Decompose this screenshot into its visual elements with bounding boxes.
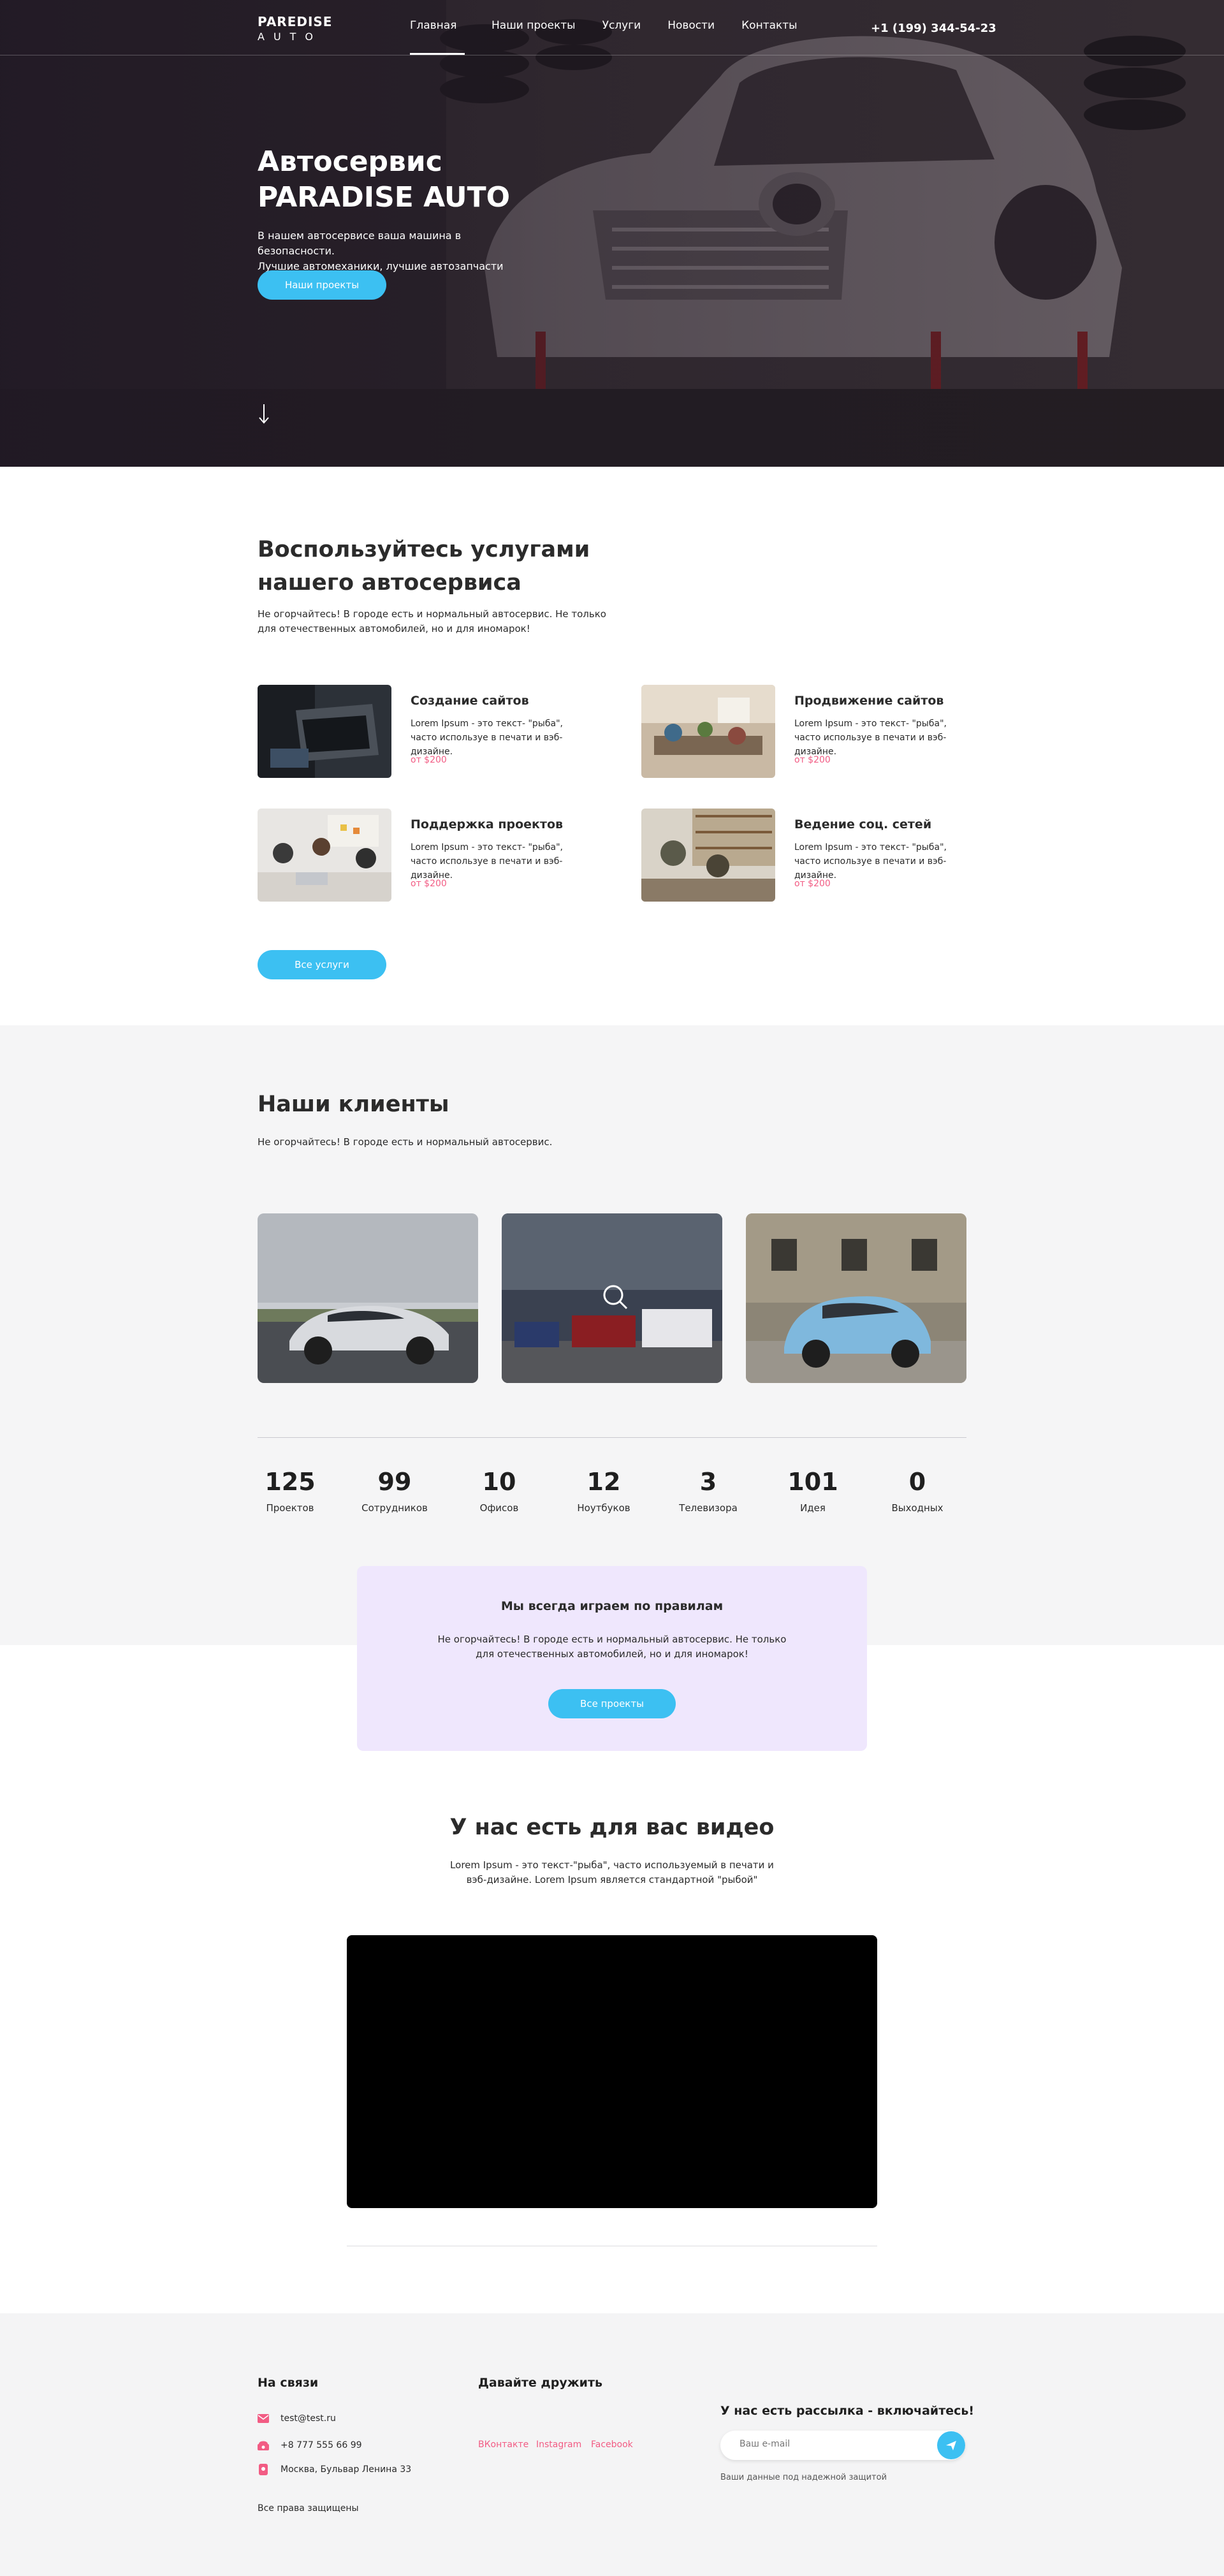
contact-address-text: Москва, Бульвар Ленина 33 <box>280 2464 412 2475</box>
service-price: от $200 <box>794 879 831 889</box>
hero-subtitle: В нашем автосервисе ваша машина в безопа… <box>258 228 525 274</box>
newsletter-form <box>720 2431 965 2460</box>
service-image-office <box>641 685 775 778</box>
scroll-down-arrow-icon[interactable] <box>258 403 270 425</box>
stat-item: 10 Офисов <box>455 1468 544 1514</box>
all-services-button[interactable]: Все услуги <box>258 950 386 979</box>
all-projects-button[interactable]: Все проекты <box>548 1689 676 1718</box>
service-price: от $200 <box>411 879 447 889</box>
service-price: от $200 <box>411 755 447 765</box>
privacy-note: Ваши данные под надежной защитой <box>720 2473 887 2482</box>
stat-label: Идея <box>800 1502 826 1514</box>
contact-phone[interactable]: +8 777 555 66 99 <box>258 2440 362 2451</box>
service-name: Продвижение сайтов <box>794 694 944 708</box>
logo-line2: AUTO <box>258 31 323 43</box>
service-desc: Lorem Ipsum - это текст- "рыба", часто и… <box>794 842 947 881</box>
service-image-laptop <box>258 685 391 778</box>
clients-subtitle: Не огорчайтесь! В городе есть и нормальн… <box>258 1136 553 1148</box>
stat-item: 3 Телевизора <box>664 1468 753 1514</box>
service-desc: Lorem Ipsum - это текст- "рыба", часто и… <box>411 842 563 881</box>
video-title: У нас есть для вас видео <box>449 1815 775 1840</box>
service-image-meeting <box>258 809 391 902</box>
contact-phone-text: +8 777 555 66 99 <box>280 2440 362 2450</box>
video-player[interactable] <box>347 1935 877 2208</box>
services-title: Воспользуйтесь услугами нашего автосерви… <box>258 537 590 596</box>
nav-item-news[interactable]: Новости <box>667 19 715 55</box>
mail-icon <box>258 2413 269 2424</box>
friends-title: Давайте дружить <box>478 2376 602 2390</box>
copyright: Все права защищены <box>258 2503 359 2514</box>
service-card[interactable]: Поддержка проектов Lorem Ipsum - это тек… <box>258 809 589 902</box>
newsletter-email-input[interactable] <box>740 2439 918 2449</box>
hero-overlay <box>0 0 1224 467</box>
header-phone[interactable]: +1 (199) 344-54-23 <box>871 22 996 35</box>
rules-card: Мы всегда играем по правилам Не огорчайт… <box>357 1566 867 1751</box>
stat-label: Выходных <box>891 1502 943 1514</box>
client-image-trucks[interactable] <box>502 1213 722 1383</box>
nav-item-services[interactable]: Услуги <box>602 19 641 55</box>
social-link-vk[interactable]: ВКонтакте <box>478 2440 528 2450</box>
stat-item: 99 Сотрудников <box>350 1468 439 1514</box>
service-desc: Lorem Ipsum - это текст- "рыба", часто и… <box>794 719 947 757</box>
contact-address: Москва, Бульвар Ленина 33 <box>258 2464 411 2475</box>
service-card[interactable]: Создание сайтов Lorem Ipsum - это текст-… <box>258 685 589 778</box>
stat-label: Офисов <box>479 1502 519 1514</box>
client-image-porsche[interactable] <box>258 1213 478 1383</box>
video-desc: Lorem Ipsum - это текст-"рыба", часто ис… <box>450 1859 774 1885</box>
service-desc: Lorem Ipsum - это текст- "рыба", часто и… <box>411 719 563 757</box>
nav-item-projects[interactable]: Наши проекты <box>492 19 576 55</box>
stat-item: 12 Ноутбуков <box>559 1468 648 1514</box>
stat-item: 101 Идея <box>768 1468 857 1514</box>
rules-title: Мы всегда играем по правилам <box>500 1599 724 1613</box>
send-button[interactable] <box>937 2431 965 2459</box>
contact-email[interactable]: test@test.ru <box>258 2413 336 2424</box>
contact-email-text: test@test.ru <box>280 2413 336 2424</box>
rules-desc: Не огорчайтесь! В городе есть и нормальн… <box>437 1634 787 1660</box>
services-subtitle: Не огорчайтесь! В городе есть и нормальн… <box>258 608 606 634</box>
hero-subtitle-line1: В нашем автосервисе ваша машина в безопа… <box>258 230 462 257</box>
hero-section: PAREDISE AUTO Главная Наши проекты Услуг… <box>0 0 1224 467</box>
stats-divider <box>258 1437 966 1438</box>
service-image-library <box>641 809 775 902</box>
stat-label: Проектов <box>266 1502 314 1514</box>
stat-number: 125 <box>265 1468 316 1496</box>
location-icon <box>258 2464 269 2475</box>
stat-number: 10 <box>482 1468 516 1496</box>
service-name: Ведение соц. сетей <box>794 817 932 831</box>
logo-line1: PAREDISE <box>258 14 333 29</box>
newsletter-title: У нас есть рассылка - включайтесь! <box>720 2404 975 2418</box>
our-projects-button[interactable]: Наши проекты <box>258 270 386 300</box>
stat-number: 3 <box>699 1468 717 1496</box>
logo[interactable]: PAREDISE AUTO <box>258 14 332 43</box>
stat-label: Ноутбуков <box>577 1502 630 1514</box>
send-icon <box>946 2441 956 2450</box>
hero-title-line1: Автосервис <box>258 145 442 178</box>
clients-title: Наши клиенты <box>258 1092 449 1117</box>
service-price: от $200 <box>794 755 831 765</box>
hero-title-line2: PARADISE AUTO <box>258 181 510 214</box>
stat-item: 0 Выходных <box>873 1468 962 1514</box>
social-link-facebook[interactable]: Facebook <box>591 2440 633 2450</box>
service-card[interactable]: Ведение соц. сетей Lorem Ipsum - это тек… <box>641 809 973 902</box>
nav-item-home[interactable]: Главная <box>410 19 465 55</box>
social-link-instagram[interactable]: Instagram <box>536 2440 581 2450</box>
stat-number: 101 <box>787 1468 838 1496</box>
contacts-title: На связи <box>258 2376 319 2390</box>
service-name: Поддержка проектов <box>411 817 564 831</box>
hero-title: Автосервис PARADISE AUTO <box>258 144 510 216</box>
stat-label: Телевизора <box>679 1502 738 1514</box>
stat-number: 99 <box>377 1468 412 1496</box>
service-card[interactable]: Продвижение сайтов Lorem Ipsum - это тек… <box>641 685 973 778</box>
stat-number: 0 <box>908 1468 926 1496</box>
stat-label: Сотрудников <box>361 1502 428 1514</box>
phone-icon <box>258 2440 269 2451</box>
nav-item-contacts[interactable]: Контакты <box>741 19 798 55</box>
main-nav: Главная Наши проекты Услуги Новости Конт… <box>410 19 824 55</box>
stat-item: 125 Проектов <box>245 1468 335 1514</box>
service-name: Создание сайтов <box>411 694 529 708</box>
stat-number: 12 <box>586 1468 621 1496</box>
client-image-fiat[interactable] <box>746 1213 966 1383</box>
